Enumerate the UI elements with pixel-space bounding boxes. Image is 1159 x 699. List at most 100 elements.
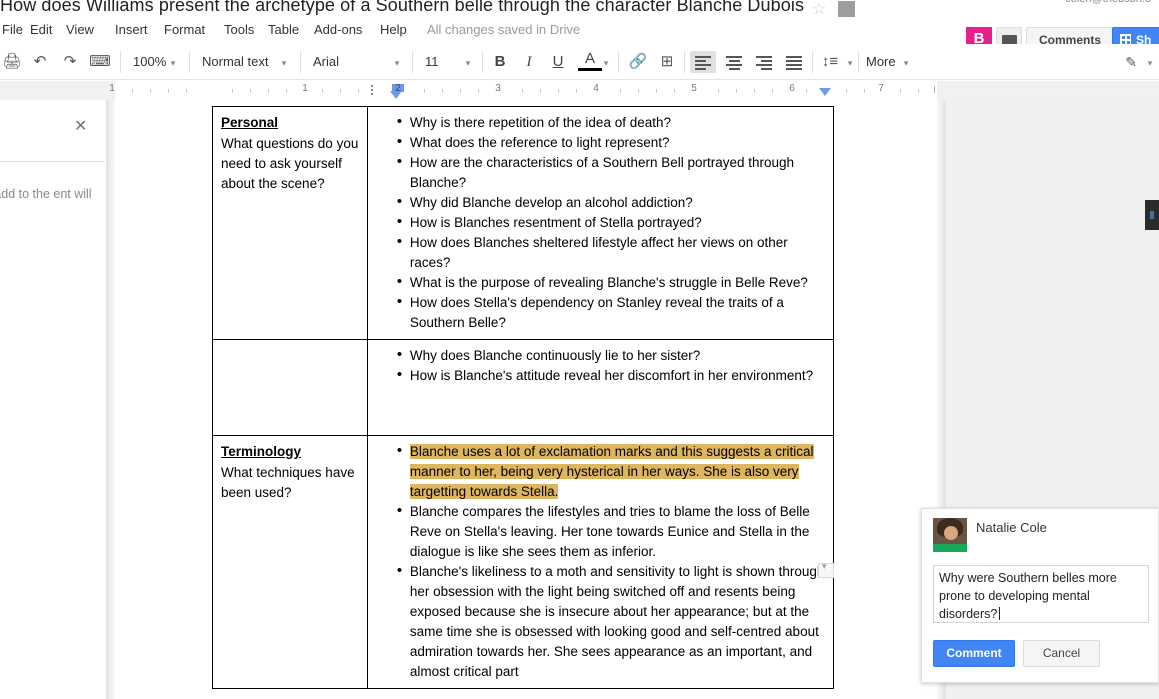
cell-heading: Terminology — [221, 444, 302, 459]
formatting-toolbar: 🖨 ↶ ↷ ⌨ 100% ▾ Normal text ▾ Arial ▾ 11 … — [0, 44, 1159, 80]
ruler-number: 6 — [789, 83, 795, 94]
left-indent-marker[interactable] — [390, 91, 402, 99]
menu-help[interactable]: Help — [378, 19, 409, 41]
undo-icon[interactable]: ↶ — [28, 51, 52, 73]
bullet-list: Why does Blanche continuously lie to her… — [376, 345, 825, 386]
align-center-icon[interactable] — [721, 51, 747, 73]
list-item[interactable]: How is Blanches resentment of Stella por… — [397, 212, 825, 233]
chevron-down-icon[interactable]: ▾ — [463, 51, 473, 73]
menu-file[interactable]: File — [0, 19, 25, 41]
side-panel[interactable]: ✕ ns you add to the ent will appear — [0, 100, 107, 699]
more-toolbar-button[interactable]: More — [866, 51, 896, 73]
table-cell-body[interactable]: Why does Blanche continuously lie to her… — [366, 339, 835, 436]
menu-edit[interactable]: Edit — [28, 19, 54, 41]
text-color-button[interactable]: A — [578, 51, 602, 71]
text-cursor — [999, 607, 1001, 620]
list-item[interactable]: Blanche compares the lifestyles and trie… — [397, 501, 825, 562]
font-family-dropdown[interactable]: Arial — [313, 51, 339, 73]
doc-move-icon[interactable] — [838, 1, 855, 17]
ruler-number: 7 — [878, 83, 884, 94]
table-row[interactable]: Terminology What techniques have been us… — [212, 435, 835, 689]
menu-format[interactable]: Format — [162, 19, 207, 41]
close-icon[interactable]: ✕ — [74, 119, 87, 135]
panel-empty-text: ns you add to the ent will appear — [0, 187, 92, 201]
table-row[interactable]: Why does Blanche continuously lie to her… — [212, 339, 835, 436]
comment-anchor-marker[interactable] — [818, 561, 834, 578]
comment-input[interactable]: Why were Southern belles more prone to d… — [933, 565, 1149, 623]
menu-view[interactable]: View — [64, 19, 96, 41]
chevron-down-icon[interactable]: ▾ — [845, 51, 855, 73]
list-item[interactable]: Blanche's likeliness to a moth and sensi… — [397, 561, 825, 682]
table-cell-body[interactable]: Why is there repetition of the idea of d… — [366, 106, 835, 340]
comment-submit-button[interactable]: Comment — [933, 640, 1015, 667]
cell-heading: Personal — [221, 115, 279, 130]
document-page[interactable]: Personal What questions do you need to a… — [115, 100, 937, 699]
right-indent-marker[interactable] — [819, 88, 831, 96]
table-row[interactable]: Personal What questions do you need to a… — [212, 106, 835, 340]
table-cell-body[interactable]: Blanche uses a lot of exclamation marks … — [366, 435, 835, 689]
avatar — [933, 518, 967, 552]
list-item[interactable]: How are the characteristics of a Souther… — [397, 152, 825, 193]
list-item[interactable]: How is Blanche's attitude reveal her dis… — [397, 365, 825, 386]
pencil-icon[interactable]: ✎ — [1125, 51, 1137, 73]
align-justify-icon[interactable] — [781, 51, 807, 73]
list-item[interactable]: Blanche uses a lot of exclamation marks … — [397, 441, 825, 502]
chevron-down-icon[interactable]: ▾ — [901, 51, 911, 73]
table-cell-label[interactable] — [212, 339, 368, 436]
font-size-dropdown[interactable]: 11 — [425, 51, 439, 73]
right-edge-widget[interactable] — [1145, 200, 1159, 230]
list-item[interactable]: Why did Blanche develop an alcohol addic… — [397, 192, 825, 213]
save-status: All changes saved in Drive — [427, 22, 581, 37]
chevron-down-icon[interactable]: ▾ — [392, 51, 402, 73]
list-item[interactable]: Why does Blanche continuously lie to her… — [397, 345, 825, 366]
zoom-level-dropdown[interactable]: 100% — [133, 51, 166, 73]
menu-bar: File Edit View Insert Format Tools Table… — [0, 19, 1159, 54]
cell-subtext: What techniques have been used? — [221, 465, 355, 500]
paint-format-icon[interactable]: ⌨ — [88, 51, 112, 73]
ruler[interactable]: 1 1 2 3 4 5 6 7 — [0, 81, 1159, 100]
document-title[interactable]: How does Williams present the archetype … — [0, 0, 804, 16]
ruler-number: 3 — [495, 83, 501, 94]
print-icon[interactable]: 🖨 — [0, 51, 24, 73]
menu-addons[interactable]: Add-ons — [312, 19, 364, 41]
bullet-list: Why is there repetition of the idea of d… — [376, 112, 825, 333]
tab-stop-icon[interactable] — [371, 85, 374, 97]
align-right-icon[interactable] — [751, 51, 777, 73]
menu-table[interactable]: Table — [266, 19, 301, 41]
chevron-down-icon[interactable]: ▾ — [601, 51, 611, 73]
comment-author-name: Natalie Cole — [976, 520, 1047, 535]
panel-divider — [0, 161, 105, 162]
ruler-number: 4 — [593, 83, 599, 94]
list-item[interactable]: Why is there repetition of the idea of d… — [397, 112, 825, 133]
comment-draft-text: Why were Southern belles more prone to d… — [939, 571, 1117, 621]
link-icon[interactable]: 🔗 — [626, 51, 650, 73]
chevron-down-icon[interactable]: ▾ — [168, 51, 178, 73]
bold-button[interactable]: B — [488, 51, 512, 73]
account-email: colen@thebsbn.o — [1065, 0, 1151, 5]
comment-cancel-button[interactable]: Cancel — [1023, 640, 1100, 667]
ruler-number: 1 — [302, 83, 308, 94]
document-table[interactable]: Personal What questions do you need to a… — [212, 106, 835, 689]
table-cell-label[interactable]: Personal What questions do you need to a… — [212, 106, 368, 340]
table-cell-label[interactable]: Terminology What techniques have been us… — [212, 435, 368, 689]
redo-icon[interactable]: ↷ — [58, 51, 82, 73]
cell-subtext: What questions do you need to ask yourse… — [221, 136, 359, 191]
ruler-number: 5 — [691, 83, 697, 94]
list-item[interactable]: How does Stella's dependency on Stanley … — [397, 292, 825, 333]
highlighted-text[interactable]: Blanche uses a lot of exclamation marks … — [409, 444, 814, 499]
list-item[interactable]: What does the reference to light represe… — [397, 132, 825, 153]
menu-insert[interactable]: Insert — [113, 19, 150, 41]
italic-button[interactable]: I — [517, 51, 541, 73]
underline-button[interactable]: U — [546, 51, 570, 73]
list-item[interactable]: How does Blanches sheltered lifestyle af… — [397, 232, 825, 273]
comment-card[interactable]: Natalie Cole Why were Southern belles mo… — [921, 508, 1159, 683]
menu-tools[interactable]: Tools — [222, 19, 256, 41]
line-spacing-icon[interactable]: ↕≡ — [818, 51, 842, 73]
align-left-icon[interactable] — [690, 51, 716, 73]
chevron-down-icon[interactable]: ▾ — [279, 51, 289, 73]
add-comment-icon[interactable]: ⊞ — [655, 51, 679, 73]
list-item[interactable]: What is the purpose of revealing Blanche… — [397, 272, 825, 293]
star-icon[interactable]: ☆ — [812, 0, 826, 20]
chevron-down-icon[interactable]: ▾ — [1145, 51, 1155, 73]
paragraph-style-dropdown[interactable]: Normal text — [202, 51, 268, 73]
